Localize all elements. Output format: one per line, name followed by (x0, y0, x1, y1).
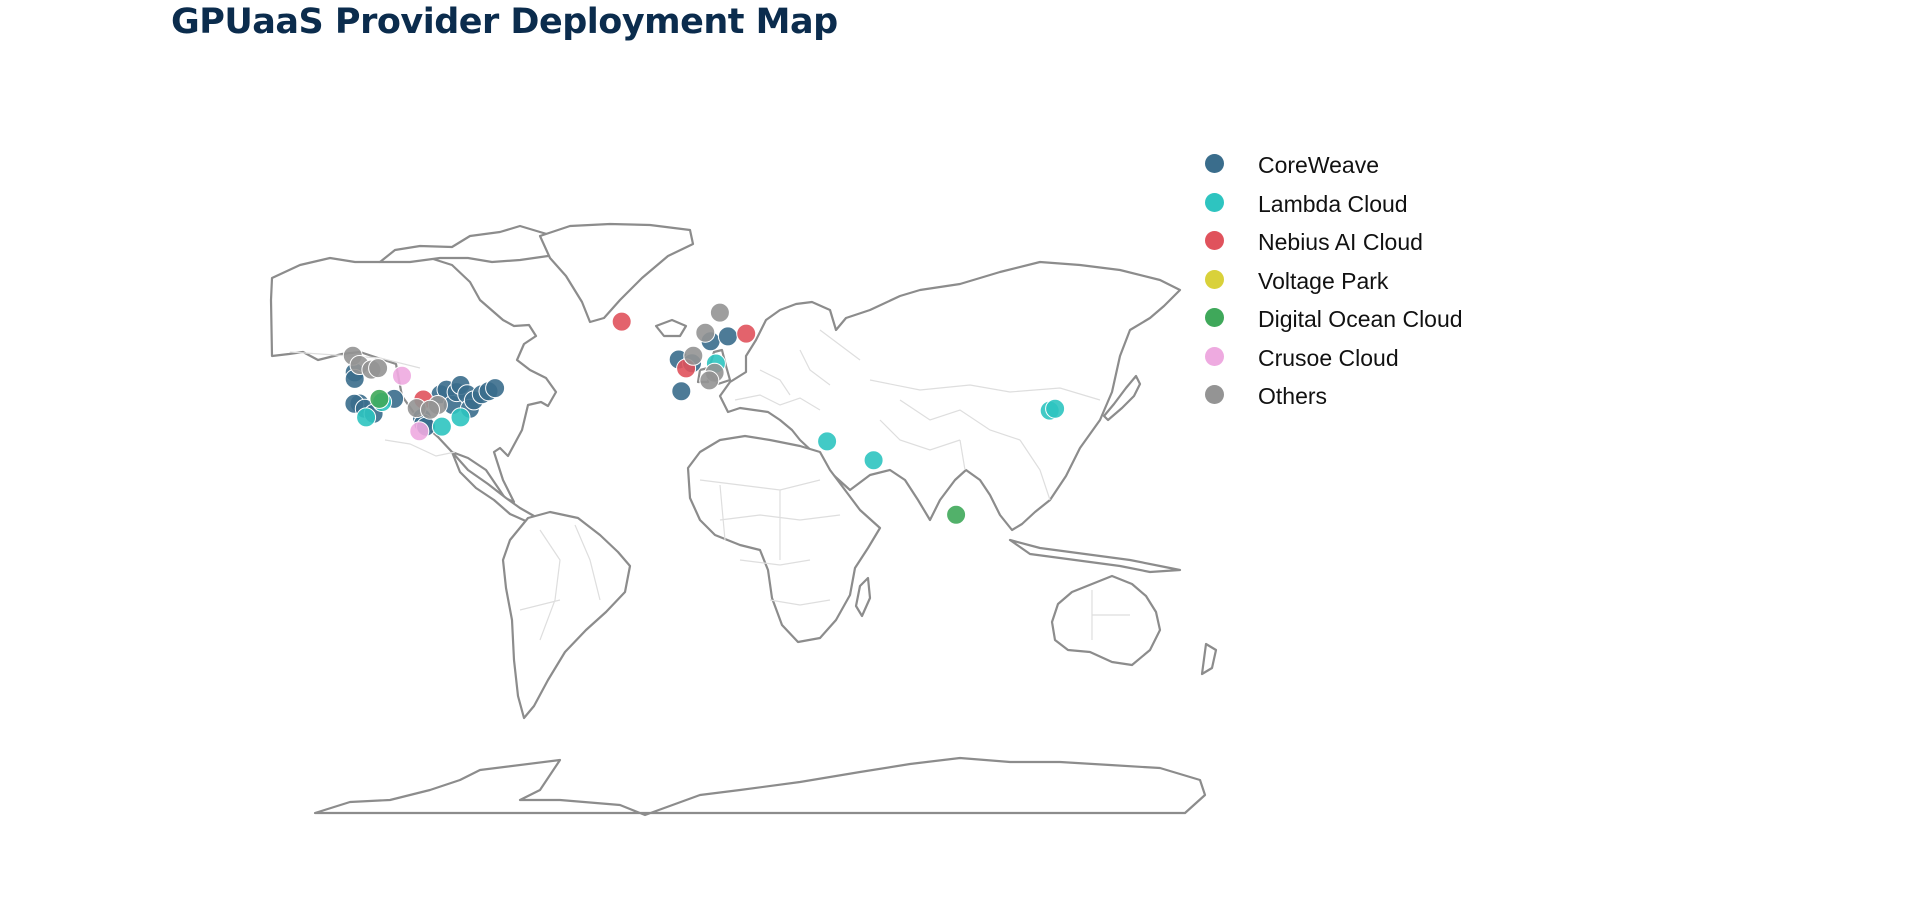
greenland-landmass (538, 222, 695, 324)
location-point[interactable] (736, 323, 757, 344)
legend-marker-icon (1205, 346, 1224, 366)
location-point[interactable] (699, 370, 720, 391)
landmass-layer (269, 222, 1218, 817)
australia-landmass (1050, 574, 1162, 667)
legend-label: Digital Ocean Cloud (1258, 306, 1463, 332)
location-point[interactable] (450, 407, 471, 428)
legend-label: Others (1258, 383, 1328, 409)
antarctica-landmass (313, 756, 1207, 817)
location-point[interactable] (431, 416, 452, 437)
legend-label: Voltage Park (1258, 267, 1389, 294)
legend-label: Nebius AI Cloud (1258, 229, 1423, 255)
new-zealand-landmass (1200, 642, 1218, 676)
legend-marker-icon (1205, 385, 1224, 404)
location-point[interactable] (420, 399, 440, 420)
legend-marker-icon (1205, 308, 1224, 327)
location-point[interactable] (817, 431, 838, 452)
iceland-landmass (654, 318, 688, 338)
legend-label: Lambda Cloud (1258, 190, 1408, 217)
location-point[interactable] (683, 345, 704, 366)
legend-label: Crusoe Cloud (1258, 344, 1399, 371)
location-point[interactable] (392, 365, 412, 386)
location-point[interactable] (356, 407, 377, 428)
legend-label: CoreWeave (1258, 152, 1380, 178)
arctic-islands (378, 224, 562, 264)
location-point[interactable] (369, 388, 390, 409)
indonesia-landmass (1008, 538, 1182, 574)
location-point[interactable] (717, 326, 738, 347)
location-point[interactable] (485, 378, 506, 399)
north-america-landmass (269, 253, 558, 504)
location-point[interactable] (863, 450, 884, 471)
location-point[interactable] (409, 421, 430, 442)
legend-marker-icon (1205, 269, 1224, 289)
location-point[interactable] (611, 311, 632, 332)
location-point[interactable] (1045, 398, 1066, 419)
location-point[interactable] (671, 381, 692, 402)
location-point[interactable] (695, 322, 716, 343)
location-point[interactable] (709, 302, 730, 323)
location-point[interactable] (946, 504, 967, 525)
legend-marker-icon (1205, 154, 1224, 173)
legend-marker-icon (1205, 192, 1224, 212)
madagascar-landmass (854, 576, 872, 618)
south-america-landmass (501, 510, 632, 720)
location-point[interactable] (368, 358, 389, 379)
world-map (269, 222, 1218, 817)
legend-marker-icon (1205, 231, 1224, 250)
